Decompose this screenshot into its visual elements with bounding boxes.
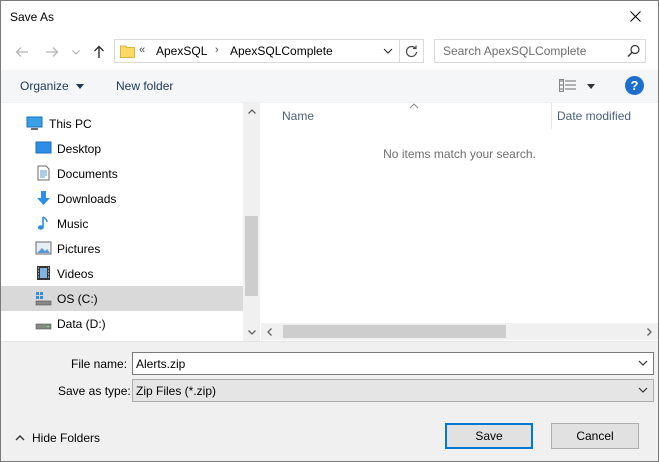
cancel-button[interactable]: Cancel [551, 423, 639, 449]
save-as-dialog: Save As « ApexSQL › ApexSQLComplete Sear… [0, 0, 659, 462]
forward-button[interactable] [41, 41, 63, 63]
computer-icon [26, 116, 43, 130]
chevron-left-icon [267, 327, 272, 336]
videos-icon [37, 266, 50, 280]
view-options-icon[interactable] [559, 79, 577, 93]
pictures-icon [35, 241, 52, 255]
chevron-down-icon [247, 330, 256, 335]
sidebar-item-this-pc[interactable]: This PC [1, 111, 243, 136]
file-name-label: File name: [71, 357, 128, 371]
scroll-thumb[interactable] [245, 216, 258, 296]
scroll-left-button[interactable] [261, 323, 278, 340]
sidebar-item-label: This PC [49, 117, 92, 131]
file-list: Name Date modified No items match your s… [261, 103, 658, 341]
scroll-down-button[interactable] [243, 324, 260, 341]
arrow-up-icon [94, 45, 104, 58]
address-bar[interactable]: « ApexSQL › ApexSQLComplete [114, 39, 424, 63]
navigation-scrollbar[interactable] [243, 103, 260, 341]
search-box[interactable] [434, 39, 646, 63]
save-as-type-label: Save as type: [58, 384, 131, 398]
breadcrumb-separator[interactable]: › [215, 44, 219, 56]
column-header-date-modified[interactable]: Date modified [557, 109, 631, 135]
empty-message: No items match your search. [383, 147, 536, 161]
save-as-type-select[interactable]: Zip Files (*.zip) [132, 379, 654, 402]
arrow-right-icon [46, 47, 59, 57]
sidebar-item-label: Music [57, 217, 89, 231]
chevron-down-icon [383, 48, 393, 54]
sidebar-item-label: Downloads [57, 192, 117, 206]
caret-down-icon[interactable] [76, 84, 84, 89]
column-divider[interactable] [551, 103, 552, 129]
chevron-up-icon [247, 109, 256, 114]
scroll-right-button[interactable] [641, 323, 658, 340]
sidebar-item-label: Videos [57, 267, 94, 281]
caret-down-icon[interactable] [587, 84, 595, 89]
sidebar-item-documents[interactable]: Documents [1, 161, 243, 186]
folder-icon [120, 45, 135, 58]
scroll-up-button[interactable] [243, 103, 260, 120]
music-icon [37, 216, 48, 230]
file-list-hscrollbar[interactable] [261, 323, 658, 340]
title-bar: Save As [1, 1, 658, 32]
sidebar-item-label: Desktop [57, 142, 102, 156]
close-button[interactable] [612, 1, 658, 32]
file-name-input[interactable] [133, 353, 633, 374]
navigation-bar: « ApexSQL › ApexSQLComplete [1, 32, 658, 70]
close-icon [629, 11, 641, 22]
command-bar: Organize New folder ? [1, 70, 658, 103]
search-input[interactable] [435, 40, 620, 62]
desktop-icon [35, 141, 52, 154]
save-button[interactable]: Save [445, 423, 533, 449]
sidebar-item-desktop[interactable]: Desktop [1, 136, 243, 161]
help-button[interactable]: ? [625, 76, 644, 95]
downloads-icon [37, 191, 50, 205]
column-header-name[interactable]: Name [282, 109, 314, 135]
breadcrumb-overflow[interactable]: « [139, 44, 145, 56]
back-button[interactable] [11, 41, 33, 63]
sidebar-item-label: Pictures [57, 242, 101, 256]
scroll-thumb[interactable] [283, 325, 506, 338]
sidebar-item-data-d[interactable]: Data (D:) [1, 311, 243, 336]
chevron-up-icon [15, 435, 25, 441]
address-dropdown-button[interactable] [383, 44, 397, 58]
recent-locations-button[interactable] [65, 41, 87, 63]
save-as-type-value: Zip Files (*.zip) [136, 384, 217, 398]
save-options-panel: File name: Save as type: Zip Files (*.zi… [1, 341, 658, 461]
chevron-right-icon [647, 327, 652, 336]
file-name-combobox[interactable] [132, 352, 654, 375]
breadcrumb-item-apexsql[interactable]: ApexSQL [156, 44, 207, 58]
sidebar-item-downloads[interactable]: Downloads [1, 186, 243, 211]
sidebar-item-music[interactable]: Music [1, 211, 243, 236]
chevron-down-icon [72, 49, 80, 55]
search-icon [627, 44, 640, 57]
sort-ascending-icon [409, 103, 419, 109]
refresh-button[interactable] [399, 40, 423, 62]
navigation-pane: This PC Desktop Documents Downloads Musi… [1, 103, 261, 341]
sidebar-item-label: Data (D:) [57, 317, 106, 331]
new-folder-button[interactable]: New folder [116, 79, 173, 93]
drive-os-icon [35, 292, 52, 306]
up-button[interactable] [88, 41, 110, 63]
chevron-down-icon [638, 387, 648, 393]
refresh-icon [405, 45, 418, 57]
hide-folders-button[interactable]: Hide Folders [15, 431, 100, 445]
sidebar-item-pictures[interactable]: Pictures [1, 236, 243, 261]
arrow-left-icon [15, 47, 28, 57]
breadcrumb-item-apexsqlcomplete[interactable]: ApexSQLComplete [230, 44, 333, 58]
chevron-down-icon[interactable] [637, 357, 649, 369]
sidebar-item-os-c[interactable]: OS (C:) [1, 286, 243, 311]
sidebar-item-label: Documents [57, 167, 118, 181]
window-title: Save As [10, 10, 55, 24]
drive-icon [35, 323, 52, 330]
hide-folders-label: Hide Folders [32, 431, 101, 445]
organize-button[interactable]: Organize [20, 79, 69, 93]
sidebar-item-videos[interactable]: Videos [1, 261, 243, 286]
sidebar-item-label: OS (C:) [57, 292, 98, 306]
documents-icon [37, 165, 50, 181]
